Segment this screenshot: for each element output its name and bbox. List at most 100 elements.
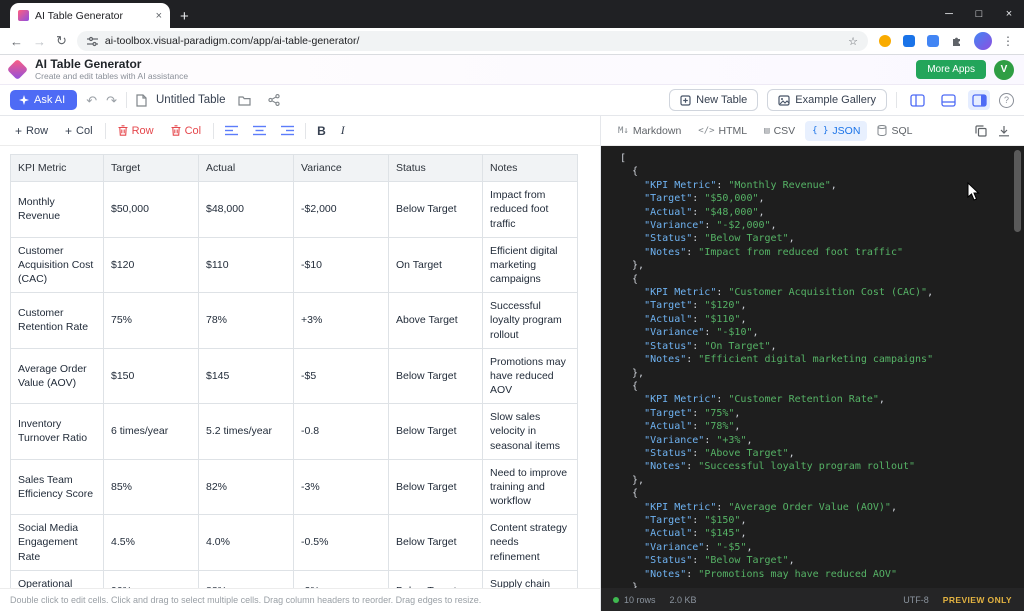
table-cell[interactable]: -$5 — [294, 348, 389, 404]
table-cell[interactable]: Below Target — [389, 459, 483, 515]
new-tab-button[interactable]: + — [180, 9, 189, 24]
table-cell[interactable]: 75% — [104, 293, 199, 349]
table-cell[interactable]: Monthly Revenue — [11, 182, 104, 238]
delete-row-button[interactable]: Row — [113, 122, 159, 140]
table-cell[interactable]: 78% — [199, 293, 294, 349]
extensions-puzzle-icon[interactable] — [950, 34, 964, 48]
table-cell[interactable]: 82% — [199, 459, 294, 515]
window-close-button[interactable]: × — [994, 0, 1024, 28]
profile-avatar[interactable] — [974, 32, 992, 50]
table-cell[interactable]: Slow sales velocity in seasonal items — [483, 404, 578, 460]
document-title[interactable]: Untitled Table — [156, 94, 225, 106]
column-header[interactable]: Variance — [294, 155, 389, 182]
table-cell[interactable]: 90% — [104, 570, 199, 588]
table-cell[interactable]: -0.5% — [294, 515, 389, 571]
tab-csv[interactable]: ▤CSV — [757, 121, 802, 141]
reload-button[interactable]: ↻ — [56, 33, 67, 49]
tab-close-icon[interactable]: × — [156, 10, 162, 22]
table-cell[interactable]: Supply chain delays observed — [483, 570, 578, 588]
example-gallery-button[interactable]: Example Gallery — [767, 89, 887, 111]
extension-icon[interactable] — [902, 34, 916, 48]
share-button[interactable] — [264, 92, 284, 108]
undo-button[interactable]: ↶ — [86, 94, 97, 107]
table-cell[interactable]: 4.5% — [104, 515, 199, 571]
table-cell[interactable]: Below Target — [389, 404, 483, 460]
table-cell[interactable]: 4.0% — [199, 515, 294, 571]
table-cell[interactable]: Sales Team Efficiency Score — [11, 459, 104, 515]
ask-ai-button[interactable]: Ask AI — [10, 90, 77, 110]
table-cell[interactable]: Below Target — [389, 570, 483, 588]
column-header[interactable]: KPI Metric — [11, 155, 104, 182]
table-cell[interactable]: 6 times/year — [104, 404, 199, 460]
site-settings-icon[interactable] — [87, 36, 98, 47]
table-cell[interactable]: Above Target — [389, 293, 483, 349]
align-left-button[interactable] — [221, 123, 242, 138]
code-editor[interactable]: [ { "KPI Metric": "Monthly Revenue", "Ta… — [601, 146, 1024, 588]
table-cell[interactable]: +3% — [294, 293, 389, 349]
browser-tab[interactable]: AI Table Generator × — [10, 3, 170, 28]
table-cell[interactable]: -$10 — [294, 237, 389, 293]
align-right-button[interactable] — [277, 123, 298, 138]
back-button[interactable]: ← — [10, 34, 23, 49]
forward-button[interactable]: → — [33, 34, 46, 49]
delete-col-button[interactable]: Col — [166, 122, 207, 140]
table-cell[interactable]: Successful loyalty program rollout — [483, 293, 578, 349]
help-button[interactable]: ? — [999, 93, 1014, 108]
table-cell[interactable]: Impact from reduced foot traffic — [483, 182, 578, 238]
table-cell[interactable]: $145 — [199, 348, 294, 404]
table-cell[interactable]: Customer Acquisition Cost (CAC) — [11, 237, 104, 293]
table-cell[interactable]: -3% — [294, 459, 389, 515]
layout-right-panel-button[interactable] — [968, 90, 990, 110]
table-cell[interactable]: Customer Retention Rate — [11, 293, 104, 349]
table-cell[interactable]: -0.8 — [294, 404, 389, 460]
column-header[interactable]: Actual — [199, 155, 294, 182]
tab-sql[interactable]: SQL — [870, 121, 919, 141]
url-text[interactable]: ai-toolbox.visual-paradigm.com/app/ai-ta… — [105, 35, 841, 47]
table-cell[interactable]: Operational Efficiency Score — [11, 570, 104, 588]
table-cell[interactable]: 85% — [104, 459, 199, 515]
table-cell[interactable]: Below Target — [389, 348, 483, 404]
open-folder-button[interactable] — [234, 93, 255, 108]
table-cell[interactable]: Promotions may have reduced AOV — [483, 348, 578, 404]
extension-icon[interactable] — [878, 34, 892, 48]
table-cell[interactable]: Below Target — [389, 515, 483, 571]
table-cell[interactable]: -2% — [294, 570, 389, 588]
table-cell[interactable]: $120 — [104, 237, 199, 293]
layout-bottom-panel-button[interactable] — [937, 90, 959, 110]
table-cell[interactable]: -$2,000 — [294, 182, 389, 238]
new-table-button[interactable]: New Table — [669, 89, 758, 111]
tab-markdown[interactable]: M↓Markdown — [611, 121, 688, 141]
address-bar[interactable]: ai-toolbox.visual-paradigm.com/app/ai-ta… — [77, 31, 868, 51]
bold-button[interactable]: B — [313, 122, 330, 140]
align-center-button[interactable] — [249, 123, 270, 138]
table-cell[interactable]: On Target — [389, 237, 483, 293]
add-col-button[interactable]: +Col — [60, 121, 98, 141]
table-cell[interactable]: Inventory Turnover Ratio — [11, 404, 104, 460]
redo-button[interactable]: ↷ — [106, 94, 117, 107]
table-cell[interactable]: $48,000 — [199, 182, 294, 238]
more-apps-button[interactable]: More Apps — [916, 60, 986, 79]
tab-html[interactable]: </>HTML — [691, 121, 754, 141]
add-row-button[interactable]: +Row — [10, 121, 53, 141]
table-cell[interactable]: Social Media Engagement Rate — [11, 515, 104, 571]
bookmark-star-icon[interactable]: ☆ — [848, 35, 858, 48]
table-cell[interactable]: Efficient digital marketing campaigns — [483, 237, 578, 293]
minimize-button[interactable]: ─ — [934, 0, 964, 28]
extension-icon[interactable] — [926, 34, 940, 48]
table-cell[interactable]: 5.2 times/year — [199, 404, 294, 460]
table-cell[interactable]: Average Order Value (AOV) — [11, 348, 104, 404]
maximize-button[interactable]: □ — [964, 0, 994, 28]
table-cell[interactable]: $50,000 — [104, 182, 199, 238]
column-header[interactable]: Target — [104, 155, 199, 182]
table-cell[interactable]: $150 — [104, 348, 199, 404]
editor-scrollbar[interactable] — [1014, 150, 1021, 232]
column-header[interactable]: Status — [389, 155, 483, 182]
table-cell[interactable]: Need to improve training and workflow — [483, 459, 578, 515]
table-cell[interactable]: Below Target — [389, 182, 483, 238]
layout-left-panel-button[interactable] — [906, 90, 928, 110]
browser-menu-icon[interactable]: ⋮ — [1002, 34, 1014, 48]
user-avatar[interactable]: V — [994, 60, 1014, 80]
tab-json[interactable]: { }JSON — [805, 121, 867, 141]
table-cell[interactable]: 88% — [199, 570, 294, 588]
table-cell[interactable]: Content strategy needs refinement — [483, 515, 578, 571]
